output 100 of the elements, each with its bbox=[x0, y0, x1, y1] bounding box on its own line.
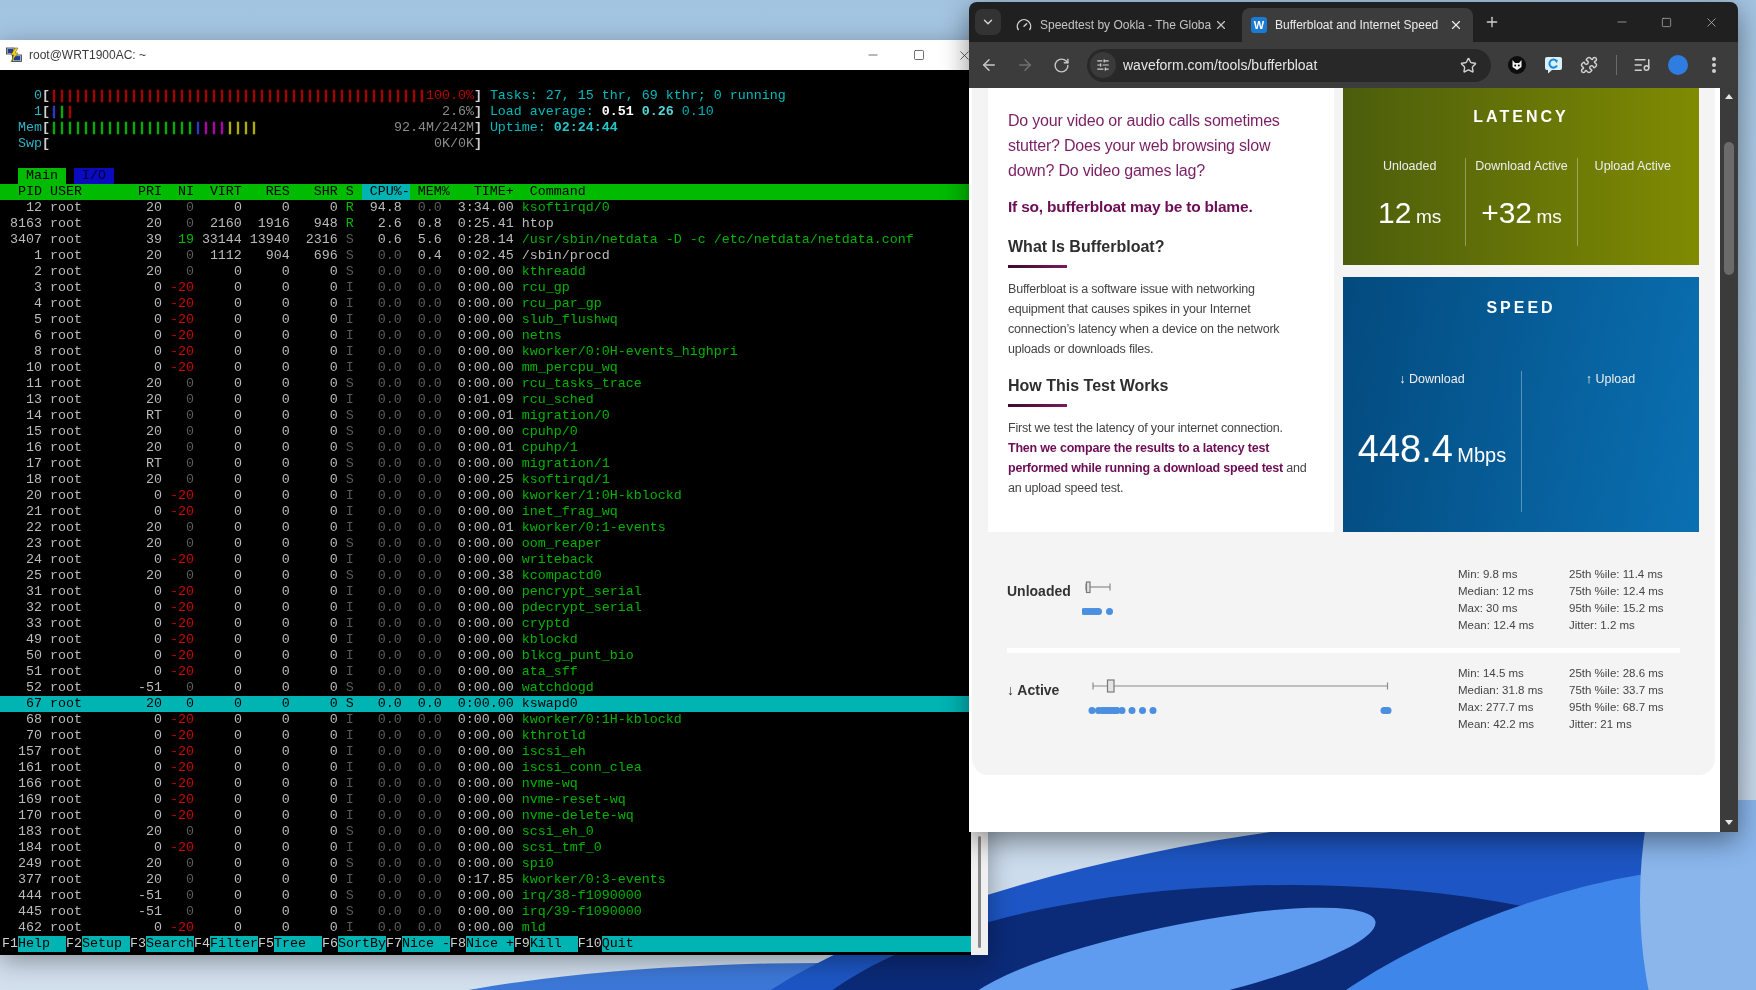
process-row[interactable]: 50 root 0 -20 0 0 0 I 0.0 0.0 0:00.00 blkcg_punt_bio bbox=[0, 648, 971, 664]
priority-cell: 0 bbox=[153, 744, 162, 760]
shared-memory-cell: 0 bbox=[329, 648, 338, 664]
process-row[interactable]: 8 root 0 -20 0 0 0 I 0.0 0.0 0:00.00 kworker/0:0H-events_highpri bbox=[0, 344, 971, 360]
process-row[interactable]: 23 root 20 0 0 0 0 S 0.0 0.0 0:00.00 oom_reaper bbox=[0, 536, 971, 552]
memory-cell: 0.0 bbox=[417, 920, 442, 936]
process-row[interactable]: 170 root 0 -20 0 0 0 I 0.0 0.0 0:00.00 nvme-delete-wq bbox=[0, 808, 971, 824]
process-row[interactable]: 21 root 0 -20 0 0 0 I 0.0 0.0 0:00.00 inet_frag_wq bbox=[0, 504, 971, 520]
process-row[interactable]: 445 root -51 0 0 0 0 S 0.0 0.0 0:00.00 irq/39-f1090000 bbox=[0, 904, 971, 920]
process-row[interactable]: 169 root 0 -20 0 0 0 I 0.0 0.0 0:00.00 nvme-reset-wq bbox=[0, 792, 971, 808]
process-row[interactable]: 15 root 20 0 0 0 0 S 0.0 0.0 0:00.00 cpuhp/0 bbox=[0, 424, 971, 440]
browser-tab[interactable]: W Bufferbloat and Internet Speed bbox=[1242, 8, 1473, 42]
address-bar[interactable]: waveform.com/tools/bufferbloat bbox=[1087, 48, 1491, 82]
function-key-button[interactable]: Help bbox=[18, 936, 66, 952]
process-row[interactable]: 24 root 0 -20 0 0 0 I 0.0 0.0 0:00.00 writeback bbox=[0, 552, 971, 568]
shared-memory-cell: 0 bbox=[329, 568, 338, 584]
process-row[interactable]: 166 root 0 -20 0 0 0 I 0.0 0.0 0:00.00 nvme-wq bbox=[0, 776, 971, 792]
column-header[interactable]: NI bbox=[177, 184, 194, 200]
process-row[interactable]: 462 root 0 -20 0 0 0 I 0.0 0.0 0:00.00 mld bbox=[0, 920, 971, 936]
function-key-button[interactable]: Nice - bbox=[401, 936, 450, 952]
browser-tab[interactable]: Speedtest by Ookla - The Globa bbox=[1007, 8, 1238, 42]
process-row[interactable]: 33 root 0 -20 0 0 0 I 0.0 0.0 0:00.00 cryptd bbox=[0, 616, 971, 632]
column-header[interactable]: TIME+ bbox=[473, 184, 514, 200]
function-key-button[interactable]: Kill bbox=[529, 936, 578, 952]
state-cell: S bbox=[345, 232, 354, 248]
column-header[interactable]: VIRT bbox=[209, 184, 242, 200]
function-key-button[interactable]: Quit bbox=[601, 936, 971, 952]
process-row[interactable]: 70 root 0 -20 0 0 0 I 0.0 0.0 0:00.00 kthrotld bbox=[0, 728, 971, 744]
process-row[interactable]: 12 root 20 0 0 0 0 R 94.8 0.0 3:34.00 ksoftirqd/0 bbox=[0, 200, 971, 216]
scrollbar-track[interactable] bbox=[1720, 88, 1738, 832]
state-cell: S bbox=[345, 536, 354, 552]
scroll-up-icon[interactable] bbox=[1725, 94, 1733, 99]
process-row[interactable]: 68 root 0 -20 0 0 0 I 0.0 0.0 0:00.00 kworker/0:1H-kblockd bbox=[0, 712, 971, 728]
column-header[interactable]: S bbox=[345, 184, 354, 200]
column-header[interactable]: SHR bbox=[313, 184, 338, 200]
resident-memory-cell: 0 bbox=[281, 856, 290, 872]
time-cell: 0:00.00 bbox=[457, 456, 514, 472]
priority-cell: 0 bbox=[153, 312, 162, 328]
process-row[interactable]: 67 root 20 0 0 0 0 S 0.0 0.0 0:00.00 kswapd0 bbox=[0, 696, 971, 712]
memory-cell: 0.0 bbox=[417, 328, 442, 344]
process-row[interactable]: 161 root 0 -20 0 0 0 I 0.0 0.0 0:00.00 iscsi_conn_clea bbox=[0, 760, 971, 776]
cpu-cell: 0.0 bbox=[377, 440, 402, 456]
process-row[interactable]: 3407 root 39 19 33144 13940 2316 S 0.6 5.6 0:28.14 /usr/sbin/netdata -D -c /etc/netdata/netdata.conf bbox=[0, 232, 971, 248]
virtual-memory-cell: 0 bbox=[233, 824, 242, 840]
process-row[interactable]: 18 root 20 0 0 0 0 S 0.0 0.0 0:00.25 ksoftirqd/1 bbox=[0, 472, 971, 488]
scroll-down-icon[interactable] bbox=[1725, 820, 1733, 825]
process-row[interactable]: 14 root RT 0 0 0 0 S 0.0 0.0 0:00.01 migration/0 bbox=[0, 408, 971, 424]
process-row[interactable]: 11 root 20 0 0 0 0 S 0.0 0.0 0:00.00 rcu_tasks_trace bbox=[0, 376, 971, 392]
column-header[interactable]: USER bbox=[49, 184, 82, 200]
process-row[interactable]: 51 root 0 -20 0 0 0 I 0.0 0.0 0:00.00 ata_sff bbox=[0, 664, 971, 680]
function-key-button[interactable]: SortBy bbox=[337, 936, 386, 952]
column-header[interactable]: Command bbox=[529, 184, 586, 200]
user-cell: root bbox=[49, 456, 82, 472]
time-cell: 0:00.00 bbox=[457, 488, 514, 504]
process-row[interactable]: 183 root 20 0 0 0 0 S 0.0 0.0 0:00.00 scsi_eh_0 bbox=[0, 824, 971, 840]
process-row[interactable]: 13 root 20 0 0 0 0 I 0.0 0.0 0:01.09 rcu_sched bbox=[0, 392, 971, 408]
intro-text: Do your video or audio calls sometimes stutter? Does your web browsing slow down? Do video games lag? bbox=[1008, 111, 1281, 181]
process-row[interactable]: 184 root 0 -20 0 0 0 I 0.0 0.0 0:00.00 scsi_tmf_0 bbox=[0, 840, 971, 856]
tab[interactable]: Main bbox=[18, 168, 66, 184]
function-key-button[interactable]: Setup bbox=[82, 936, 130, 952]
process-row[interactable]: 5 root 0 -20 0 0 0 I 0.0 0.0 0:00.00 slub_flushwq bbox=[0, 312, 971, 328]
sliders-icon bbox=[1096, 58, 1110, 72]
scrollbar-thumb[interactable] bbox=[978, 836, 981, 948]
function-key-button[interactable]: Nice + bbox=[465, 936, 514, 952]
function-key-button[interactable]: Search bbox=[145, 936, 194, 952]
process-row[interactable]: 10 root 0 -20 0 0 0 I 0.0 0.0 0:00.00 mm_percpu_wq bbox=[0, 360, 971, 376]
process-row[interactable]: 52 root -51 0 0 0 0 S 0.0 0.0 0:00.00 watchdogd bbox=[0, 680, 971, 696]
column-header[interactable]: RES bbox=[265, 184, 290, 200]
process-row[interactable]: 444 root -51 0 0 0 0 S 0.0 0.0 0:00.00 irq/38-f1090000 bbox=[0, 888, 971, 904]
process-row[interactable]: 4 root 0 -20 0 0 0 I 0.0 0.0 0:00.00 rcu_par_gp bbox=[0, 296, 971, 312]
process-row[interactable]: 32 root 0 -20 0 0 0 I 0.0 0.0 0:00.00 pdecrypt_serial bbox=[0, 600, 971, 616]
column-header[interactable]: MEM% bbox=[417, 184, 450, 200]
cpu-cell: 0.0 bbox=[377, 712, 402, 728]
function-key-button[interactable]: Tree bbox=[273, 936, 322, 952]
process-row[interactable]: 3 root 0 -20 0 0 0 I 0.0 0.0 0:00.00 rcu_gp bbox=[0, 280, 971, 296]
scrollbar-thumb[interactable] bbox=[1724, 142, 1734, 275]
process-row[interactable]: 22 root 20 0 0 0 0 I 0.0 0.0 0:00.01 kworker/0:1-events bbox=[0, 520, 971, 536]
process-row[interactable]: 25 root 20 0 0 0 0 S 0.0 0.0 0:00.38 kcompactd0 bbox=[0, 568, 971, 584]
virtual-memory-cell: 0 bbox=[233, 760, 242, 776]
process-row[interactable]: 31 root 0 -20 0 0 0 I 0.0 0.0 0:00.00 pencrypt_serial bbox=[0, 584, 971, 600]
tab-list-button[interactable] bbox=[975, 9, 1001, 35]
meter-reading: 0K/0K] bbox=[433, 136, 482, 152]
process-row[interactable]: 157 root 0 -20 0 0 0 I 0.0 0.0 0:00.00 iscsi_eh bbox=[0, 744, 971, 760]
process-row[interactable]: 2 root 20 0 0 0 0 S 0.0 0.0 0:00.00 kthreadd bbox=[0, 264, 971, 280]
scrollbar-track[interactable] bbox=[971, 832, 988, 955]
column-header[interactable]: PRI bbox=[137, 184, 162, 200]
process-row[interactable]: 49 root 0 -20 0 0 0 I 0.0 0.0 0:00.00 kblockd bbox=[0, 632, 971, 648]
star-icon bbox=[1459, 56, 1477, 74]
process-row[interactable]: 20 root 0 -20 0 0 0 I 0.0 0.0 0:00.00 kworker/1:0H-kblockd bbox=[0, 488, 971, 504]
virtual-memory-cell: 1112 bbox=[209, 248, 242, 264]
process-row[interactable]: 8163 root 20 0 2160 1916 948 R 2.6 0.8 0:25.41 htop bbox=[0, 216, 971, 232]
process-row[interactable]: 6 root 0 -20 0 0 0 I 0.0 0.0 0:00.00 netns bbox=[0, 328, 971, 344]
process-row[interactable]: 16 root 20 0 0 0 0 S 0.0 0.0 0:00.01 cpuhp/1 bbox=[0, 440, 971, 456]
column-header[interactable]: CPU%- bbox=[361, 184, 410, 200]
site-info-button[interactable] bbox=[1090, 52, 1116, 78]
process-row[interactable]: 1 root 20 0 1112 904 696 S 0.0 0.4 0:02.45 /sbin/procd bbox=[0, 248, 971, 264]
column-header[interactable]: PID bbox=[18, 184, 42, 200]
process-row[interactable]: 249 root 20 0 0 0 0 S 0.0 0.0 0:00.00 spi0 bbox=[0, 856, 971, 872]
process-row[interactable]: 377 root 20 0 0 0 0 I 0.0 0.0 0:17.85 kworker/0:3-events bbox=[0, 872, 971, 888]
process-row[interactable]: 17 root RT 0 0 0 0 S 0.0 0.0 0:00.00 migration/1 bbox=[0, 456, 971, 472]
